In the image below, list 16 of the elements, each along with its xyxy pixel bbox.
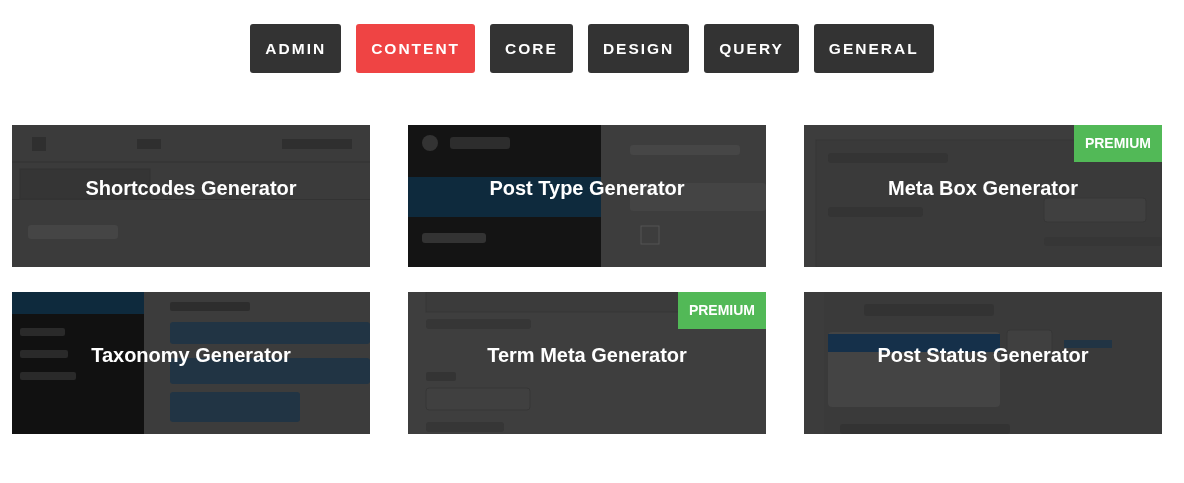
filter-button[interactable]: QUERY	[704, 24, 799, 73]
card-title: Post Type Generator	[488, 176, 686, 201]
generator-card[interactable]: Taxonomy Generator	[12, 292, 370, 434]
card-title: Term Meta Generator	[486, 343, 688, 368]
premium-badge: PREMIUM	[677, 292, 766, 329]
generator-card[interactable]: Post Type Generator	[408, 125, 766, 267]
filter-button[interactable]: ADMIN	[250, 24, 342, 73]
premium-badge: PREMIUM	[1073, 125, 1162, 162]
card-title: Meta Box Generator	[886, 176, 1080, 201]
filter-button[interactable]: CORE	[490, 24, 573, 73]
card-title: Taxonomy Generator	[90, 343, 292, 368]
filter-button[interactable]: CONTENT	[356, 24, 476, 73]
card-title: Shortcodes Generator	[84, 176, 298, 201]
card-title: Post Status Generator	[876, 343, 1090, 368]
filter-button[interactable]: DESIGN	[587, 24, 690, 73]
filter-button[interactable]: GENERAL	[813, 24, 934, 73]
